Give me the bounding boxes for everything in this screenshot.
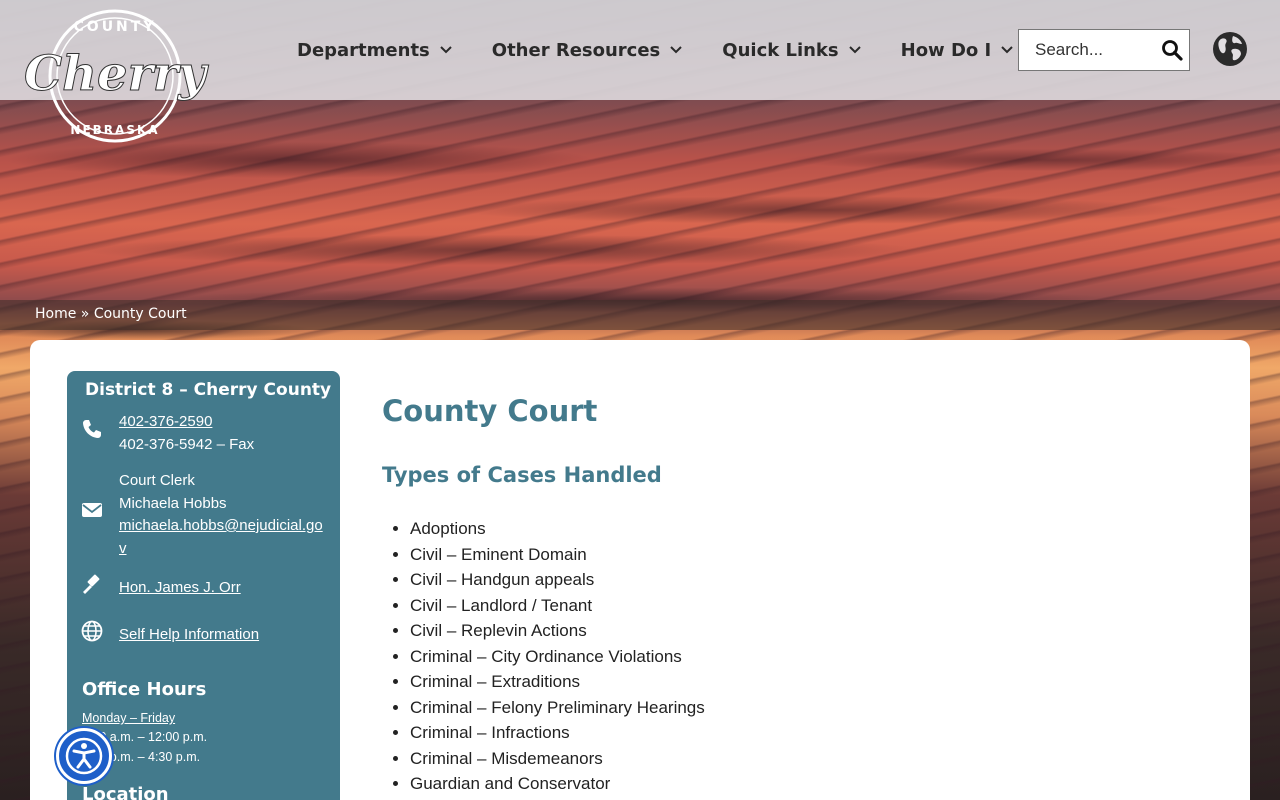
list-item: Guardian and Conservator [410, 771, 705, 797]
list-item: Civil – Eminent Domain [410, 542, 705, 568]
search-input[interactable] [1035, 30, 1170, 70]
list-item: Civil – Handgun appeals [410, 567, 705, 593]
envelope-icon [81, 501, 103, 523]
case-types-list: Adoptions Civil – Eminent Domain Civil –… [410, 516, 705, 797]
logo-top-text: COUNTY [74, 19, 157, 35]
self-help-link[interactable]: Self Help Information [119, 626, 259, 643]
list-item: Criminal – Felony Preliminary Hearings [410, 695, 705, 721]
phone-link[interactable]: 402-376-2590 [119, 413, 212, 430]
county-logo[interactable]: COUNTY Cherry NEBRASKA [20, 6, 210, 146]
nav-quick-links[interactable]: Quick Links [722, 36, 861, 64]
nav-label: Quick Links [722, 39, 839, 61]
nav-departments[interactable]: Departments [297, 36, 452, 64]
chevron-down-icon [848, 43, 861, 57]
office-hours-title: Office Hours [82, 679, 207, 700]
breadcrumb: Home » County Court [35, 306, 187, 322]
chevron-down-icon [670, 43, 682, 57]
location-title: Location [82, 784, 169, 800]
breadcrumb-bar [0, 300, 1280, 330]
phone-icon [81, 418, 103, 440]
nav-label: Departments [297, 39, 430, 61]
list-item: Adoptions [410, 516, 705, 542]
section-title: Types of Cases Handled [382, 463, 662, 487]
logo-bottom-text: NEBRASKA [70, 123, 159, 137]
breadcrumb-home[interactable]: Home [35, 306, 76, 322]
globe-icon [81, 620, 103, 642]
list-item: Criminal – Extraditions [410, 669, 705, 695]
globe-icon[interactable] [1211, 30, 1249, 68]
list-item: Criminal – City Ordinance Violations [410, 644, 705, 670]
logo-script-text: Cherry [24, 46, 209, 102]
clerk-email-link[interactable]: michaela.hobbs@nejudicial.gov [119, 517, 323, 557]
page-title: County Court [382, 394, 598, 428]
main-nav: Departments Other Resources Quick Links … [297, 36, 1053, 64]
clerk-role: Court Clerk [119, 472, 195, 489]
breadcrumb-current: County Court [93, 306, 187, 322]
nav-other-resources[interactable]: Other Resources [492, 36, 683, 64]
accessibility-icon [59, 737, 109, 785]
search-icon[interactable] [1161, 39, 1183, 61]
sidebar-title: District 8 – Cherry County [85, 380, 332, 400]
list-item: Criminal – Infractions [410, 720, 705, 746]
chevron-down-icon [1001, 43, 1013, 57]
list-item: Criminal – Misdemeanors [410, 746, 705, 772]
search-box [1018, 29, 1190, 71]
clerk-name: Michaela Hobbs [119, 494, 227, 512]
nav-label: Other Resources [491, 39, 661, 61]
office-days: Monday – Friday [82, 711, 176, 725]
chevron-down-icon [440, 43, 452, 57]
breadcrumb-separator: » [76, 306, 94, 322]
judge-link[interactable]: Hon. James J. Orr [119, 579, 241, 596]
gavel-icon [81, 574, 103, 596]
nav-how-do-i[interactable]: How Do I [901, 36, 1014, 64]
list-item: Civil – Replevin Actions [410, 618, 705, 644]
list-item: Civil – Landlord / Tenant [410, 593, 705, 619]
accessibility-button[interactable] [56, 728, 112, 784]
nav-label: How Do I [900, 39, 992, 61]
fax-number: 402-376-5942 – Fax [119, 435, 255, 453]
